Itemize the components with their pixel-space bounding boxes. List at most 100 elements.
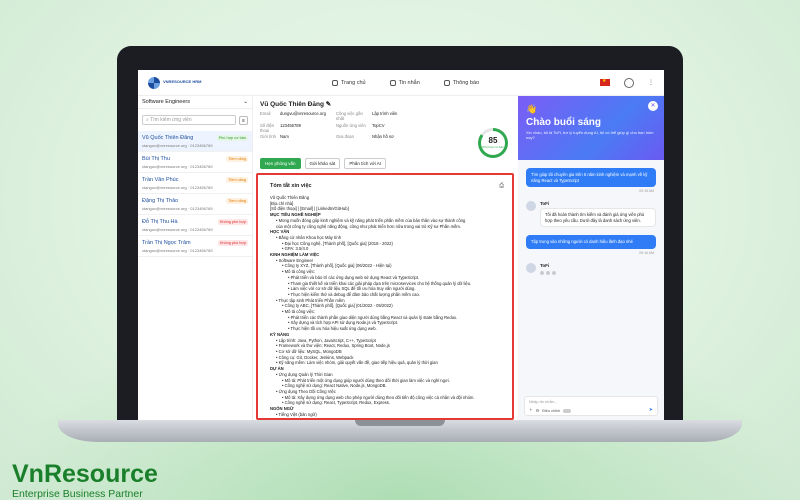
typing-indicator	[540, 270, 556, 275]
bot-name: ToFi	[540, 262, 550, 268]
ai-chat-panel: 👋 Chào buổi sáng Xin chào, tôi là ToFi, …	[518, 96, 664, 420]
message-time: 09:15 AM	[639, 189, 654, 193]
candidate-status-badge: Phù hợp cơ bản	[216, 135, 248, 141]
brand-logo: VnResource Enterprise Business Partner	[12, 462, 158, 500]
bell-icon	[443, 79, 450, 86]
detail-value: TopCV	[372, 122, 385, 128]
print-icon[interactable]: ⎙	[499, 183, 504, 190]
profile-actions: Hẹn phỏng vấn Gửi khảo sát Phân tích với…	[260, 158, 387, 169]
candidate-profile-header: Vũ Quốc Thiên Đăng ✎ Email dungvu@vnresou…	[260, 100, 518, 139]
user-message: Tập trung vào những người có danh hiệu l…	[526, 235, 656, 249]
send-survey-button[interactable]: Gửi khảo sát	[304, 158, 341, 169]
candidate-search-input[interactable]: ⌕ Tìm kiếm ứng viên	[142, 115, 236, 125]
filter-icon[interactable]: ≡	[239, 115, 248, 125]
chat-input-placeholder: Nhập tin nhắn...	[529, 399, 558, 404]
candidate-contact: ctanguv@vnresource.org · 0123456789	[142, 206, 213, 211]
candidate-contact: ctanguv@vnresource.org · 0123456789	[142, 227, 213, 232]
chat-input-footer: ＋ ⚙ Điều chỉnh	[529, 408, 572, 413]
search-row: ⌕ Tìm kiếm ứng viên ≡	[138, 109, 252, 131]
summary-content: Vũ Quốc Thiên Đăng [Địa chỉ nhà] [Số điện …	[270, 195, 500, 417]
send-icon[interactable]: ➤	[649, 407, 653, 413]
match-score-inner: 85 Phù hợp cơ bản	[481, 131, 505, 155]
bot-typing: ToFi	[526, 262, 656, 275]
detail-key: Công việc gần nhất	[336, 111, 363, 121]
ai-analyze-button[interactable]: Phân tích với AI	[344, 158, 387, 169]
settings-icon[interactable]: ⚙	[536, 408, 539, 413]
logo-text: VNRESOURCE HRM	[163, 79, 202, 85]
app-screen: VNRESOURCE HRM Trang chủ Tin nhắn Thông …	[138, 70, 664, 420]
chat-input[interactable]: Nhập tin nhắn... ＋ ⚙ Điều chỉnh ➤	[524, 396, 658, 416]
message-time: 09:16 AM	[639, 250, 654, 255]
bot-message: ToFi Tôi đã hoàn thành tìm kiếm và đánh …	[526, 201, 656, 227]
home-icon	[332, 79, 338, 86]
candidate-list-panel: Software Engineers ⌄ ⌕ Tìm kiếm ứng viên…	[138, 96, 253, 420]
job-dropdown-label: Software Engineers	[142, 99, 190, 105]
candidate-contact: ctanguv@vnresource.org · 0123456789	[142, 248, 213, 253]
profile-name-text: Vũ Quốc Thiên Đăng	[260, 101, 324, 108]
match-score-value: 85	[488, 136, 498, 145]
attach-icon[interactable]: ＋	[529, 408, 533, 413]
chat-greeting: Chào buổi sáng	[526, 117, 601, 128]
detail-value: Nhận hồ sơ	[372, 134, 394, 139]
top-nav: VNRESOURCE HRM Trang chủ Tin nhắn Thông …	[138, 70, 664, 96]
adjust-label: Điều chỉnh	[542, 408, 561, 413]
adjust-toggle[interactable]	[563, 408, 572, 413]
search-placeholder: Tìm kiếm ứng viên	[150, 117, 192, 123]
detail-key: Nguồn ứng viên	[336, 122, 366, 128]
candidate-item[interactable]: Trần Văn Phúc ctanguv@vnresource.org · 01…	[138, 173, 252, 194]
vietnam-flag-icon[interactable]	[600, 78, 610, 86]
detail-key: Giai đoạn	[336, 134, 354, 139]
candidate-item[interactable]: Trần Thị Ngọc Trâm ctanguv@vnresource.org…	[138, 236, 252, 257]
bot-avatar-icon	[526, 262, 536, 273]
user-message: Tìm giúp tôi chuyên gia trên 5 năm kinh …	[526, 168, 656, 187]
candidate-contact: ctanguv@vnresource.org · 0123456789	[142, 164, 213, 169]
chevron-down-icon: ⌄	[243, 99, 248, 105]
detail-key: Số điện thoại	[260, 122, 275, 133]
job-dropdown[interactable]: Software Engineers ⌄	[138, 96, 252, 109]
message-icon	[389, 79, 396, 86]
detail-key: Email	[260, 111, 271, 116]
resume-summary-panel: Tóm tắt xin việc ⎙ Vũ Quốc Thiên Đăng [Đị…	[256, 173, 514, 420]
match-score-label: Phù hợp cơ bản	[482, 145, 504, 149]
candidate-status-badge: Tiềm năng	[226, 177, 248, 183]
candidate-list: Vũ Quốc Thiên Đăng ctanguv@vnresource.org…	[138, 131, 252, 257]
waving-hand-icon: 👋	[526, 104, 538, 114]
candidate-status-badge: Tiềm năng	[226, 156, 248, 162]
candidate-item[interactable]: Bùi Thị Thu ctanguv@vnresource.org · 0123…	[138, 152, 252, 173]
detail-key: Giới tính	[260, 134, 277, 139]
candidate-status-badge: Không phù hợp	[217, 219, 248, 225]
schedule-interview-button[interactable]: Hẹn phỏng vấn	[260, 158, 301, 169]
candidate-status-badge: Tiềm năng	[226, 198, 248, 204]
app-logo[interactable]: VNRESOURCE HRM	[148, 76, 248, 89]
nav-home[interactable]: Trang chủ	[332, 79, 366, 86]
bot-avatar-icon	[526, 201, 536, 211]
logo-mark-icon	[148, 76, 160, 89]
candidate-item[interactable]: Đặng Thị Thảo ctanguv@vnresource.org · 01…	[138, 194, 252, 215]
nav-notifications-label: Thông báo	[452, 79, 480, 86]
match-score-ring: 85 Phù hợp cơ bản	[478, 128, 508, 158]
laptop-notch	[355, 420, 445, 426]
detail-value: 123456789	[280, 122, 301, 128]
close-icon[interactable]: ✕	[648, 101, 658, 111]
candidate-contact: ctanguv@vnresource.org · 0123456789	[142, 143, 213, 148]
nav-notifications[interactable]: Thông báo	[443, 79, 480, 86]
user-avatar-icon[interactable]	[624, 77, 634, 88]
candidate-contact: ctanguv@vnresource.org · 0123456789	[142, 185, 213, 190]
candidate-item[interactable]: Đỗ Thị Thu Hà ctanguv@vnresource.org · 01…	[138, 215, 252, 236]
summary-line: • Tiếng Việt (bản ngữ)	[276, 411, 317, 417]
bot-message-text: Tôi đã hoàn thành tìm kiếm và đánh giá ứ…	[540, 208, 656, 227]
chat-header: 👋 Chào buổi sáng Xin chào, tôi là ToFi, …	[518, 96, 664, 160]
candidate-item[interactable]: Vũ Quốc Thiên Đăng ctanguv@vnresource.org…	[138, 131, 252, 152]
summary-title: Tóm tắt xin việc	[270, 183, 312, 189]
nav-messages[interactable]: Tin nhắn	[389, 79, 420, 86]
chat-subtitle: Xin chào, tôi là ToFi, trợ lý tuyển dụng…	[526, 130, 654, 140]
edit-icon[interactable]: ✎	[326, 101, 331, 108]
bot-name: ToFi	[540, 201, 550, 206]
brand-name: VnResource	[12, 460, 158, 488]
profile-name: Vũ Quốc Thiên Đăng ✎	[260, 100, 518, 108]
detail-value: Nam	[280, 134, 289, 139]
menu-icon[interactable]: ⋮	[648, 79, 654, 86]
nav-messages-label: Tin nhắn	[398, 79, 420, 86]
candidate-status-badge: Không phù hợp	[217, 240, 248, 246]
main-nav: Trang chủ Tin nhắn Thông báo	[332, 79, 480, 86]
